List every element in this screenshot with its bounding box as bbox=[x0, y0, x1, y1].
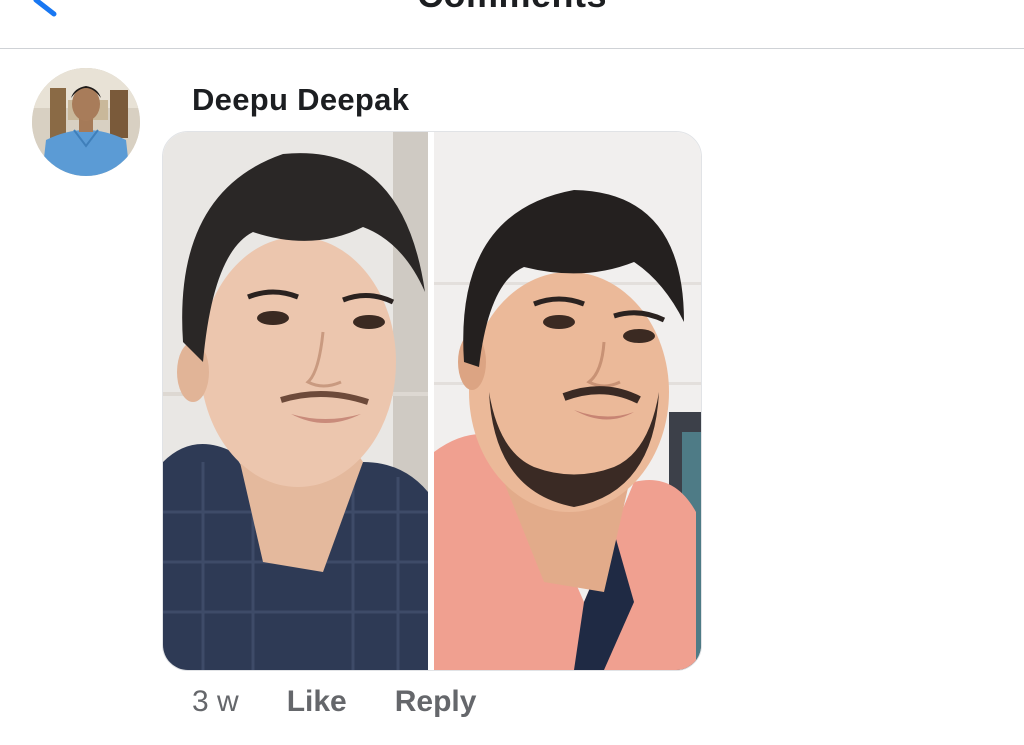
comment-photo-attachment[interactable] bbox=[162, 131, 702, 671]
comments-header: Comments bbox=[0, 0, 1024, 49]
comment-actions: 3 w Like Reply bbox=[192, 682, 476, 722]
avatar-photo bbox=[32, 68, 140, 176]
comment-timestamp: 3 w bbox=[192, 685, 239, 718]
photo-right bbox=[434, 132, 701, 670]
reply-button[interactable]: Reply bbox=[395, 685, 477, 719]
avatar[interactable] bbox=[32, 68, 140, 176]
like-button[interactable]: Like bbox=[287, 685, 347, 719]
comment-author-name[interactable]: Deepu Deepak bbox=[192, 82, 409, 118]
page-title: Comments bbox=[0, 0, 1024, 16]
photo-left bbox=[163, 132, 428, 670]
